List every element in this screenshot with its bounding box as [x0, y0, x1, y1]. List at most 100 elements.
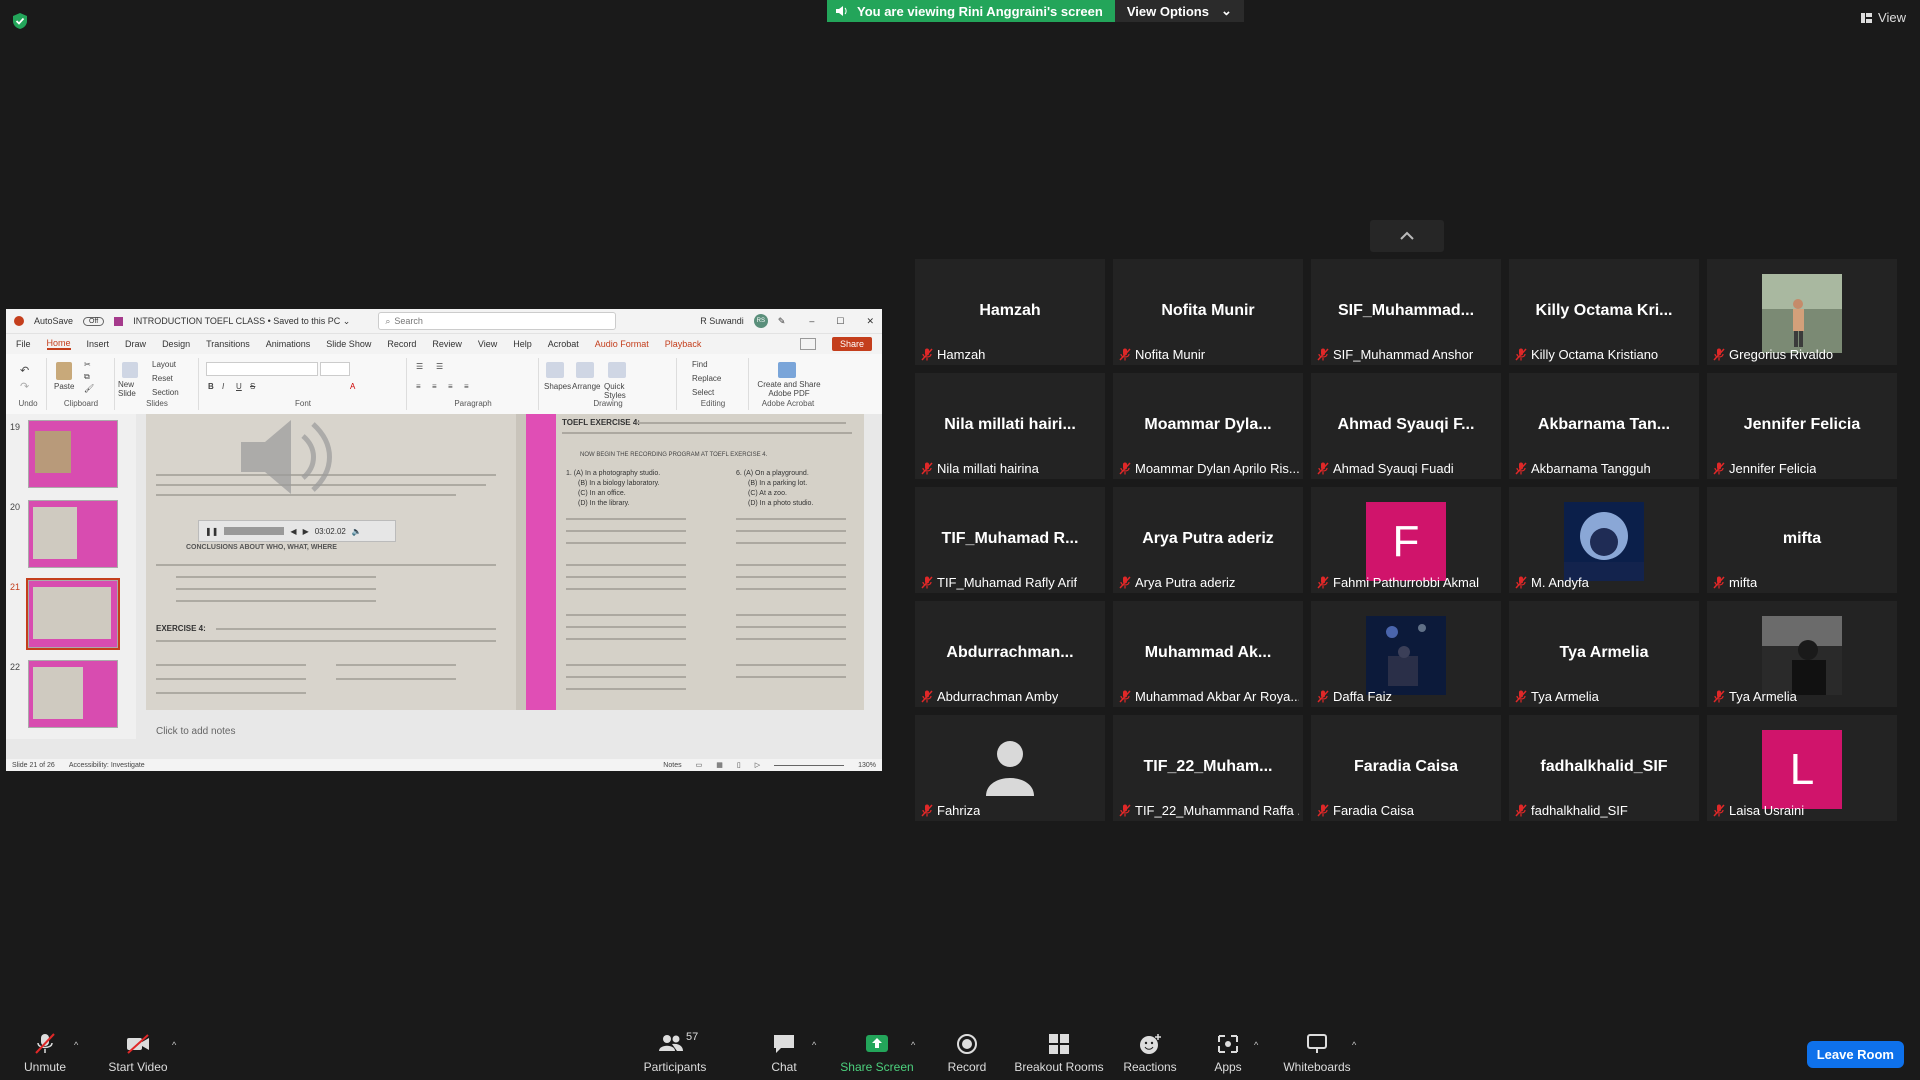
participant-tile[interactable]: Muhammad Ak... Muhammad Akbar Ar Roya... [1113, 601, 1303, 707]
align-left-icon[interactable]: ≡ [416, 382, 421, 391]
tab-help[interactable]: Help [513, 339, 532, 349]
tab-file[interactable]: File [16, 339, 31, 349]
record-button[interactable]: Record [942, 1030, 992, 1080]
view-options-button[interactable]: View Options ⌄ [1114, 0, 1244, 22]
slide-thumbnail-22[interactable] [28, 660, 118, 728]
slide-thumbnail-20[interactable] [28, 500, 118, 568]
participant-tile[interactable]: Akbarnama Tan... Akbarnama Tangguh [1509, 373, 1699, 479]
search-box[interactable]: ⌕ Search [378, 312, 617, 330]
notes-pane[interactable]: Click to add notes [156, 726, 236, 737]
participant-tile[interactable]: Moammar Dyla... Moammar Dylan Aprilo Ris.… [1113, 373, 1303, 479]
participant-tile[interactable]: Gregorius Rivaldo [1707, 259, 1897, 365]
participants-button[interactable]: 57 Participants [640, 1030, 710, 1080]
underline-icon[interactable]: U [236, 382, 242, 391]
share-options-caret[interactable]: ^ [911, 1040, 915, 1050]
comments-icon[interactable] [799, 338, 816, 350]
security-shield-icon[interactable] [12, 12, 28, 30]
document-title[interactable]: INTRODUCTION TOEFL CLASS • Saved to this… [133, 316, 350, 327]
normal-view-icon[interactable]: ▭ [696, 761, 703, 769]
font-size-select[interactable] [320, 362, 350, 376]
bullets-icon[interactable]: ☰ [416, 362, 423, 371]
participant-tile[interactable]: Ahmad Syauqi F... Ahmad Syauqi Fuadi [1311, 373, 1501, 479]
unmute-button[interactable]: Unmute [22, 1030, 68, 1080]
participant-tile[interactable]: Abdurrachman... Abdurrachman Amby [915, 601, 1105, 707]
participant-tile[interactable]: Faradia Caisa Faradia Caisa [1311, 715, 1501, 821]
participant-tile[interactable]: fadhalkhalid_SIF fadhalkhalid_SIF [1509, 715, 1699, 821]
apps-button[interactable]: Apps [1208, 1030, 1248, 1080]
zoom-level[interactable]: 130% [858, 762, 876, 769]
undo-icon[interactable]: ↶ [20, 364, 29, 377]
audio-speaker-icon[interactable] [231, 414, 341, 502]
gallery-scroll-up-button[interactable] [1370, 220, 1444, 252]
tab-acrobat[interactable]: Acrobat [548, 339, 579, 349]
leave-room-button[interactable]: Leave Room [1806, 1041, 1904, 1068]
tab-home[interactable]: Home [46, 338, 71, 350]
share-screen-button[interactable]: Share Screen [840, 1030, 914, 1080]
align-center-icon[interactable]: ≡ [432, 382, 437, 391]
audio-options-caret[interactable]: ^ [74, 1040, 78, 1050]
save-icon[interactable] [114, 316, 124, 326]
format-painter-icon[interactable]: 🖌 [84, 384, 94, 393]
tab-record[interactable]: Record [387, 339, 416, 349]
font-family-select[interactable] [206, 362, 318, 376]
audio-player-bar[interactable]: ❚❚ ◀ ▶ 03:02.02 🔈 [198, 520, 396, 542]
slide-canvas[interactable]: CONCLUSIONS ABOUT WHO, WHAT, WHERE EXERC… [146, 414, 864, 710]
new-slide-icon[interactable] [122, 362, 138, 378]
participant-tile[interactable]: M. Andyfa [1509, 487, 1699, 593]
participant-tile[interactable]: TIF_Muhamad R... TIF_Muhamad Rafly Arif [915, 487, 1105, 593]
participant-tile[interactable]: Fahriza [915, 715, 1105, 821]
pen-icon[interactable]: ✎ [778, 316, 786, 327]
share-button[interactable]: Share [831, 337, 872, 351]
reset-button[interactable]: Reset [152, 374, 173, 383]
start-video-button[interactable]: Start Video [106, 1030, 170, 1080]
notes-button[interactable]: Notes [663, 762, 681, 769]
shared-screen[interactable]: AutoSave Off INTRODUCTION TOEFL CLASS • … [6, 309, 882, 771]
video-options-caret[interactable]: ^ [172, 1040, 176, 1050]
tab-insert[interactable]: Insert [87, 339, 110, 349]
align-right-icon[interactable]: ≡ [448, 382, 453, 391]
numbering-icon[interactable]: ☰ [436, 362, 443, 371]
tab-animations[interactable]: Animations [266, 339, 311, 349]
arrange-icon[interactable] [576, 362, 594, 378]
replace-button[interactable]: Replace [692, 374, 721, 383]
participant-tile[interactable]: L Laisa Usraini [1707, 715, 1897, 821]
quick-styles-icon[interactable] [608, 362, 626, 378]
pause-icon[interactable]: ❚❚ [205, 527, 218, 536]
maximize-icon[interactable]: ☐ [836, 316, 844, 327]
strikethrough-icon[interactable]: S [250, 382, 255, 391]
zoom-slider[interactable] [774, 764, 845, 766]
participant-tile[interactable]: Killy Octama Kri... Killy Octama Kristian… [1509, 259, 1699, 365]
copy-icon[interactable]: ⧉ [84, 372, 90, 382]
participant-tile[interactable]: mifta mifta [1707, 487, 1897, 593]
sorter-view-icon[interactable]: ▦ [716, 761, 723, 769]
participant-tile[interactable]: Nofita Munir Nofita Munir [1113, 259, 1303, 365]
rewind-icon[interactable]: ◀ [290, 527, 296, 536]
find-button[interactable]: Find [692, 360, 708, 369]
paste-icon[interactable] [56, 362, 72, 380]
font-color-icon[interactable]: A [350, 382, 355, 391]
whiteboards-options-caret[interactable]: ^ [1352, 1040, 1356, 1050]
shapes-icon[interactable] [546, 362, 564, 378]
select-button[interactable]: Select [692, 388, 714, 397]
tab-view[interactable]: View [478, 339, 497, 349]
participant-tile[interactable]: TIF_22_Muham... TIF_22_Muhammand Raffa ..… [1113, 715, 1303, 821]
close-icon[interactable]: ✕ [866, 316, 874, 327]
adobe-pdf-icon[interactable] [778, 362, 796, 378]
tab-slide-show[interactable]: Slide Show [326, 339, 371, 349]
whiteboards-button[interactable]: Whiteboards [1280, 1030, 1354, 1080]
tab-draw[interactable]: Draw [125, 339, 146, 349]
slide-thumbnail-19[interactable] [28, 420, 118, 488]
minimize-icon[interactable]: – [809, 316, 814, 326]
participant-tile[interactable]: Tya Armelia [1707, 601, 1897, 707]
reactions-button[interactable]: Reactions [1120, 1030, 1180, 1080]
tab-playback[interactable]: Playback [665, 339, 702, 349]
chat-options-caret[interactable]: ^ [812, 1040, 816, 1050]
participant-tile[interactable]: Arya Putra aderiz Arya Putra aderiz [1113, 487, 1303, 593]
audio-progress[interactable] [224, 527, 285, 535]
layout-button[interactable]: Layout [152, 360, 176, 369]
participant-tile[interactable]: Tya Armelia Tya Armelia [1509, 601, 1699, 707]
participant-tile[interactable]: Daffa Faiz [1311, 601, 1501, 707]
autosave-toggle[interactable]: Off [83, 316, 105, 326]
tab-review[interactable]: Review [432, 339, 462, 349]
slide-thumbnails[interactable]: 19 20 21 22 [6, 414, 136, 739]
